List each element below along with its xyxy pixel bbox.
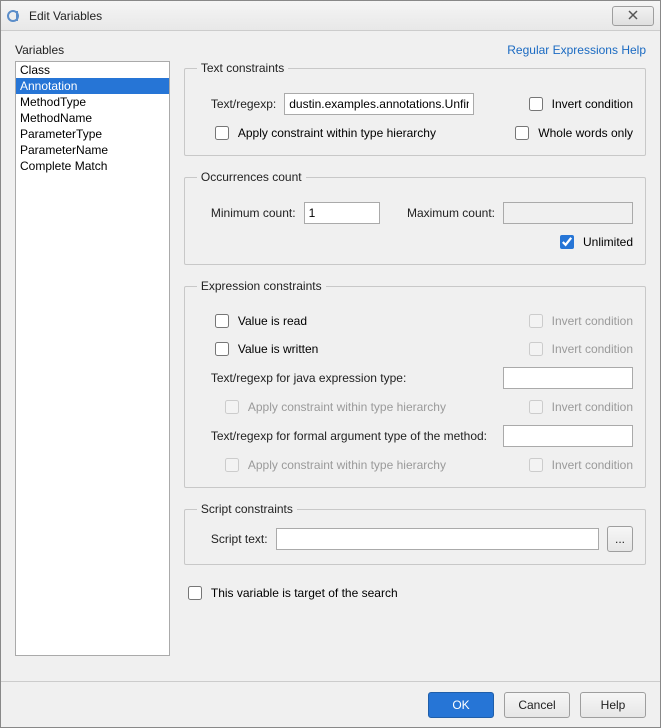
max-count-label: Maximum count: (407, 206, 495, 220)
java-type-input[interactable] (503, 367, 633, 389)
apply-hierarchy-3-label: Apply constraint within type hierarchy (248, 458, 446, 472)
unlimited-label: Unlimited (583, 235, 633, 249)
text-constraints-group: Text constraints Text/regexp: Invert con… (184, 61, 646, 156)
close-button[interactable] (612, 6, 654, 26)
app-icon (7, 8, 23, 24)
value-read-label: Value is read (238, 314, 307, 328)
top-row: Variables Regular Expressions Help (15, 43, 646, 61)
ellipsis-icon: ... (615, 532, 625, 546)
regex-help-link[interactable]: Regular Expressions Help (507, 43, 646, 57)
invert-condition-checkbox[interactable]: Invert condition (525, 94, 633, 114)
whole-words-checkbox[interactable]: Whole words only (511, 123, 633, 143)
script-constraints-legend: Script constraints (197, 502, 297, 516)
variables-list[interactable]: ClassAnnotationMethodTypeMethodNameParam… (15, 61, 170, 656)
window-title: Edit Variables (29, 9, 612, 23)
content-row: ClassAnnotationMethodTypeMethodNameParam… (15, 61, 646, 656)
min-count-input[interactable] (304, 202, 380, 224)
invert-condition-2-label: Invert condition (552, 342, 633, 356)
script-text-input[interactable] (276, 528, 599, 550)
ok-button[interactable]: OK (428, 692, 494, 718)
close-icon (628, 9, 638, 23)
formal-arg-label: Text/regexp for formal argument type of … (211, 429, 487, 443)
invert-condition-2: Invert condition (525, 339, 633, 359)
right-panel: Text constraints Text/regexp: Invert con… (184, 61, 646, 656)
list-item[interactable]: MethodName (16, 110, 169, 126)
apply-hierarchy-checkbox[interactable]: Apply constraint within type hierarchy (211, 123, 436, 143)
value-read-checkbox[interactable]: Value is read (211, 311, 307, 331)
titlebar: Edit Variables (1, 1, 660, 31)
text-regexp-input[interactable] (284, 93, 474, 115)
java-type-label: Text/regexp for java expression type: (211, 371, 406, 385)
target-of-search-checkbox[interactable]: This variable is target of the search (184, 583, 398, 603)
list-item[interactable]: ParameterName (16, 142, 169, 158)
list-item[interactable]: MethodType (16, 94, 169, 110)
expression-constraints-group: Expression constraints Value is read Inv… (184, 279, 646, 488)
list-item[interactable]: Annotation (16, 78, 169, 94)
whole-words-label: Whole words only (538, 126, 633, 140)
text-regexp-label: Text/regexp: (211, 97, 276, 111)
value-written-label: Value is written (238, 342, 318, 356)
script-constraints-group: Script constraints Script text: ... (184, 502, 646, 565)
variables-label: Variables (15, 43, 64, 57)
dialog-footer: OK Cancel Help (1, 681, 660, 727)
invert-condition-3-label: Invert condition (552, 400, 633, 414)
invert-condition-1: Invert condition (525, 311, 633, 331)
value-written-checkbox[interactable]: Value is written (211, 339, 318, 359)
apply-hierarchy-2-label: Apply constraint within type hierarchy (248, 400, 446, 414)
list-item[interactable]: ParameterType (16, 126, 169, 142)
invert-condition-4-label: Invert condition (552, 458, 633, 472)
formal-arg-input[interactable] (503, 425, 633, 447)
invert-condition-4: Invert condition (525, 455, 633, 475)
list-item[interactable]: Complete Match (16, 158, 169, 174)
target-of-search-label: This variable is target of the search (211, 586, 398, 600)
apply-hierarchy-3: Apply constraint within type hierarchy (221, 455, 446, 475)
list-item[interactable]: Class (16, 62, 169, 78)
help-button[interactable]: Help (580, 692, 646, 718)
text-constraints-legend: Text constraints (197, 61, 288, 75)
max-count-input[interactable] (503, 202, 633, 224)
invert-condition-3: Invert condition (525, 397, 633, 417)
occurrences-group: Occurrences count Minimum count: Maximum… (184, 170, 646, 265)
expression-constraints-legend: Expression constraints (197, 279, 326, 293)
invert-condition-1-label: Invert condition (552, 314, 633, 328)
apply-hierarchy-label: Apply constraint within type hierarchy (238, 126, 436, 140)
occurrences-legend: Occurrences count (197, 170, 306, 184)
script-browse-button[interactable]: ... (607, 526, 633, 552)
unlimited-checkbox[interactable]: Unlimited (556, 232, 633, 252)
edit-variables-dialog: Edit Variables Variables Regular Express… (0, 0, 661, 728)
invert-condition-label: Invert condition (552, 97, 633, 111)
script-text-label: Script text: (211, 532, 268, 546)
apply-hierarchy-2: Apply constraint within type hierarchy (221, 397, 446, 417)
min-count-label: Minimum count: (211, 206, 296, 220)
dialog-body: Variables Regular Expressions Help Class… (1, 31, 660, 681)
cancel-button[interactable]: Cancel (504, 692, 570, 718)
